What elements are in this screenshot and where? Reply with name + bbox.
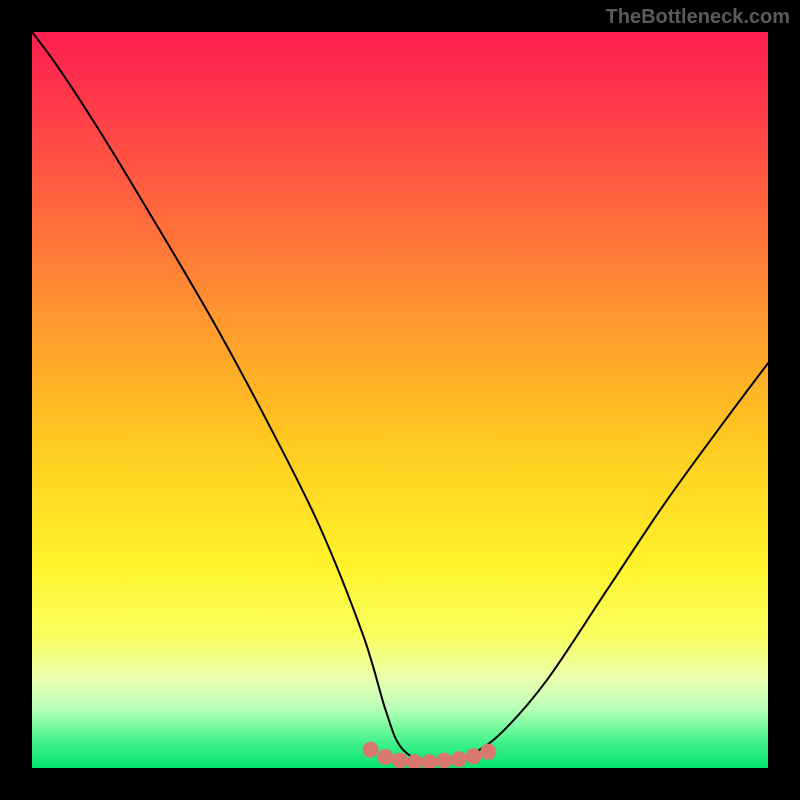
highlight-dot [407, 754, 423, 768]
highlight-dot [466, 748, 482, 764]
highlight-dot [436, 753, 452, 768]
highlight-dot [363, 742, 379, 758]
chart-frame: TheBottleneck.com [0, 0, 800, 800]
highlight-dots [363, 742, 497, 768]
highlight-dot [392, 753, 408, 768]
bottleneck-curve [32, 32, 768, 762]
plot-area [32, 32, 768, 768]
curve-svg [32, 32, 768, 768]
highlight-dot [480, 744, 496, 760]
highlight-dot [421, 754, 437, 768]
highlight-dot [451, 751, 467, 767]
highlight-dot [377, 749, 393, 765]
watermark-text: TheBottleneck.com [606, 6, 790, 29]
